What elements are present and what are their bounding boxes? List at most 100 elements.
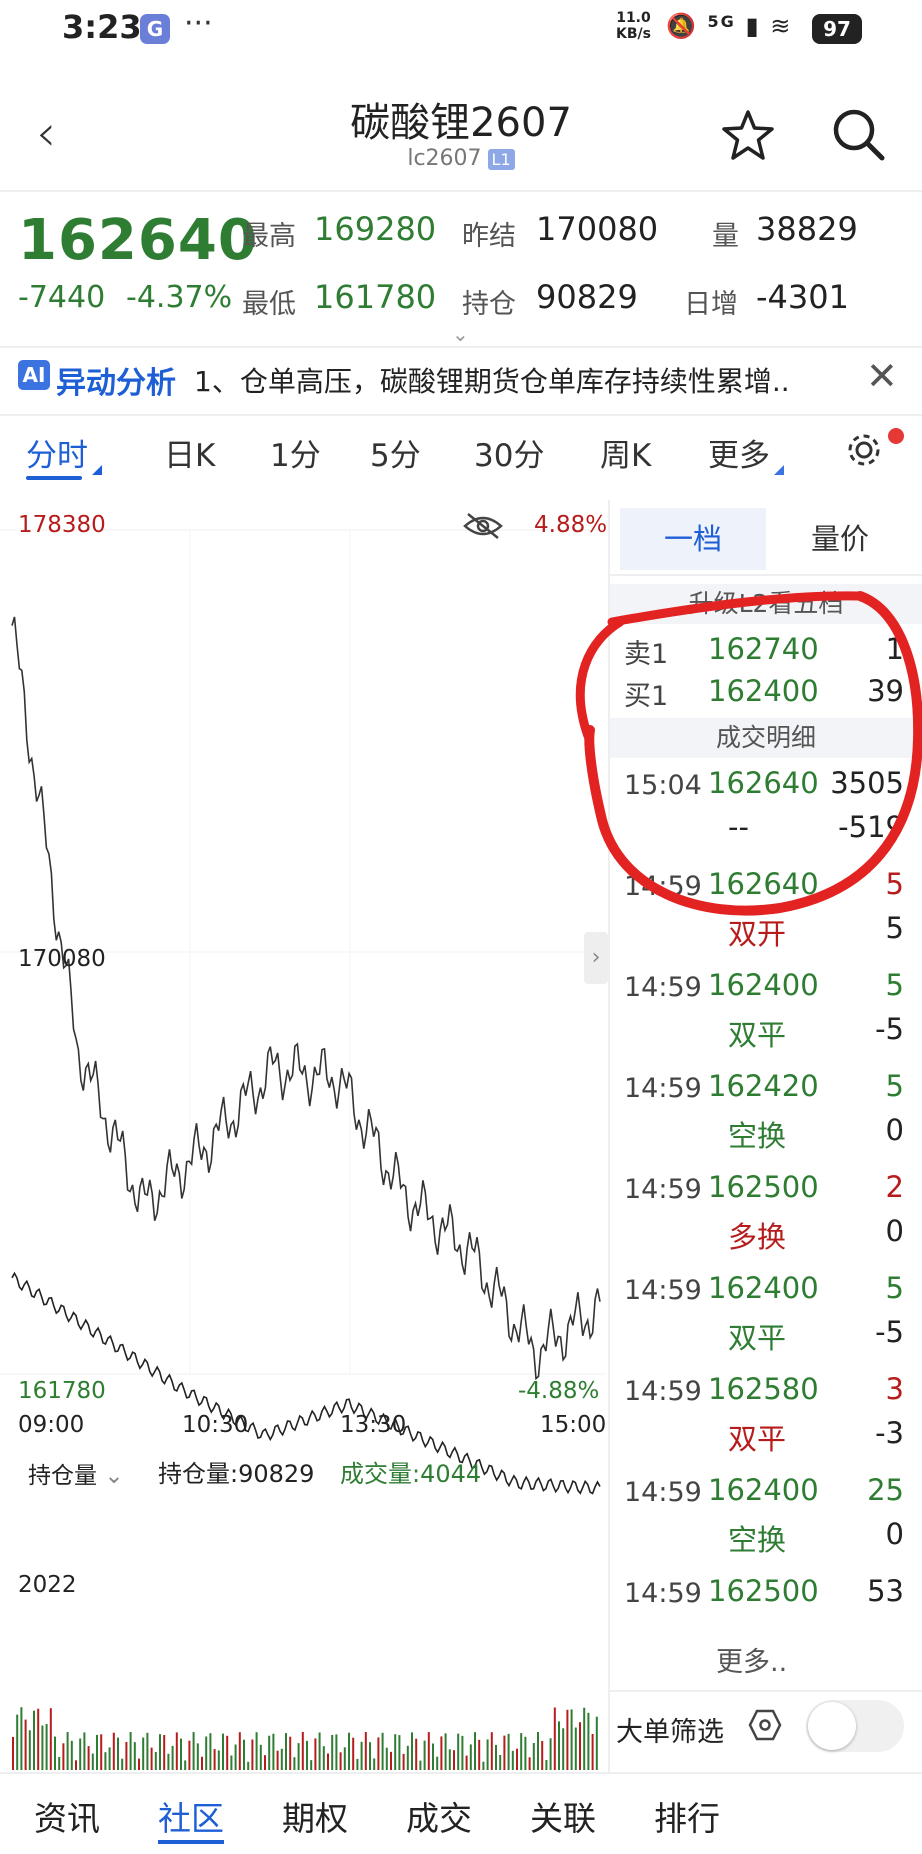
volume-bar bbox=[507, 1733, 510, 1770]
volume-bar bbox=[419, 1760, 422, 1770]
volume-bar bbox=[440, 1736, 443, 1770]
ob-footer-divider bbox=[610, 1690, 922, 1692]
volume-bar bbox=[259, 1744, 262, 1770]
settings-hex-icon[interactable] bbox=[748, 1708, 782, 1742]
trade-volume: 3 bbox=[885, 1372, 904, 1406]
tab-1min[interactable]: 1分 bbox=[270, 430, 321, 475]
volume-bar bbox=[356, 1758, 359, 1770]
bid-row: 买1 162400 39 bbox=[610, 674, 922, 714]
volume-bar bbox=[343, 1747, 346, 1770]
status-time: 3:23 bbox=[62, 8, 142, 46]
volume-bar bbox=[587, 1712, 590, 1770]
volume-bar bbox=[331, 1734, 334, 1770]
volume-bar bbox=[532, 1743, 535, 1770]
volume-bar bbox=[516, 1748, 518, 1770]
nav-ranking[interactable]: 排行 bbox=[654, 1792, 720, 1840]
close-icon[interactable]: ✕ bbox=[866, 354, 898, 398]
open-interest-label: 持仓 bbox=[462, 289, 516, 320]
contract-code: lc2607 L1 bbox=[300, 146, 622, 171]
nav-news[interactable]: 资讯 bbox=[34, 1792, 100, 1840]
chart-area[interactable]: 178380 4.88% 170080 161780 -4.88% 09:00 … bbox=[0, 500, 608, 1772]
search-icon[interactable] bbox=[828, 104, 888, 164]
volume-bar bbox=[583, 1707, 586, 1770]
volume-bar bbox=[201, 1756, 203, 1770]
volume-bar bbox=[289, 1736, 292, 1770]
volume-bar bbox=[175, 1732, 178, 1770]
tab-daily-k[interactable]: 日K bbox=[164, 430, 215, 475]
tab-30min[interactable]: 30分 bbox=[474, 430, 544, 475]
trade-oi-change: 5 bbox=[885, 911, 904, 945]
volume-bar bbox=[482, 1761, 485, 1770]
trade-time: 14:59 bbox=[624, 1477, 702, 1508]
gear-icon[interactable] bbox=[844, 430, 884, 470]
price-line bbox=[11, 616, 601, 1381]
nav-community[interactable]: 社区 bbox=[158, 1792, 224, 1840]
nav-related[interactable]: 关联 bbox=[530, 1792, 596, 1840]
volume-bar bbox=[20, 1707, 23, 1770]
back-icon[interactable]: ‹ bbox=[36, 108, 56, 158]
volume-bar bbox=[511, 1750, 514, 1770]
volume-bar bbox=[243, 1739, 245, 1770]
volume-bar bbox=[167, 1753, 170, 1770]
trade-time: 14:59 bbox=[624, 1073, 702, 1104]
volume-bar bbox=[188, 1740, 191, 1770]
trade-row: 14:59 162580 3 双平 -3 bbox=[610, 1372, 922, 1462]
prev-settle-label: 昨结 bbox=[462, 221, 516, 252]
signal-type: 5G bbox=[707, 12, 736, 31]
tab-volume-price[interactable]: 量价 bbox=[780, 508, 900, 570]
nav-trades[interactable]: 成交 bbox=[406, 1792, 472, 1840]
dropdown-triangle-icon bbox=[774, 465, 784, 475]
chart-bottom-price: 161780 bbox=[18, 1378, 106, 1404]
ai-icon: AI bbox=[18, 360, 50, 390]
volume-bar bbox=[255, 1732, 258, 1770]
ask-volume: 1 bbox=[885, 632, 904, 666]
tab-intraday[interactable]: 分时 bbox=[26, 430, 102, 475]
bid-label: 买1 bbox=[624, 681, 669, 712]
volume-bar bbox=[171, 1745, 174, 1770]
ai-banner-title[interactable]: 异动分析 bbox=[56, 358, 176, 402]
trade-price: 162500 bbox=[708, 1170, 819, 1204]
eye-icon[interactable] bbox=[462, 510, 504, 542]
volume-bar bbox=[163, 1735, 166, 1770]
volume-bar bbox=[138, 1758, 140, 1770]
star-icon[interactable] bbox=[720, 108, 776, 164]
volume-bar bbox=[495, 1744, 497, 1770]
volume-bar bbox=[398, 1735, 401, 1770]
tab-5min[interactable]: 5分 bbox=[370, 430, 421, 475]
trade-time: 14:59 bbox=[624, 1578, 702, 1609]
tab-level1[interactable]: 一档 bbox=[620, 508, 766, 570]
tab-weekly-k[interactable]: 周K bbox=[600, 430, 651, 475]
expand-quote-icon[interactable]: ⌄ bbox=[452, 322, 469, 346]
x-label-close: 15:00 bbox=[540, 1412, 607, 1438]
ask-label: 卖1 bbox=[624, 639, 669, 670]
trade-volume: 5 bbox=[885, 1271, 904, 1305]
open-interest-value: 90829 bbox=[536, 278, 638, 316]
network-speed: 11.0 KB/s bbox=[616, 10, 651, 42]
more-trades-link[interactable]: 更多.. bbox=[716, 1640, 787, 1679]
last-price: 162640 bbox=[18, 208, 258, 273]
chart-bottom-pct: -4.88% bbox=[518, 1378, 600, 1404]
volume-bar bbox=[184, 1760, 187, 1770]
volume-bar bbox=[205, 1736, 208, 1770]
ask-price: 162740 bbox=[708, 632, 819, 666]
upgrade-l2-link[interactable]: 升级L2看五档 bbox=[610, 584, 922, 624]
ai-banner-text[interactable]: 1、仓单高压，碳酸锂期货仓单库存持续性累增.. bbox=[194, 360, 844, 400]
prev-settle-value: 170080 bbox=[536, 210, 659, 248]
volume-bar bbox=[276, 1750, 279, 1770]
nav-options[interactable]: 期权 bbox=[282, 1792, 348, 1840]
big-order-filter-label: 大单筛选 bbox=[616, 1717, 724, 1748]
volume-bar bbox=[591, 1734, 594, 1770]
daily-change-value: -4301 bbox=[756, 278, 849, 316]
panel-expand-handle[interactable]: › bbox=[584, 932, 608, 984]
trade-price: 162420 bbox=[708, 1069, 819, 1103]
tab-more[interactable]: 更多 bbox=[708, 430, 784, 475]
volume-bar bbox=[247, 1761, 250, 1770]
volume-bar bbox=[520, 1733, 523, 1770]
chart-top-price: 178380 bbox=[18, 512, 106, 538]
notification-dot bbox=[888, 428, 904, 444]
volume-bar bbox=[545, 1760, 548, 1770]
volume-bar bbox=[192, 1732, 195, 1770]
chart-top-pct: 4.88% bbox=[534, 512, 608, 538]
volume-bar bbox=[209, 1733, 212, 1770]
sub-indicator-selector[interactable]: 持仓量 ⌄ bbox=[28, 1456, 124, 1490]
